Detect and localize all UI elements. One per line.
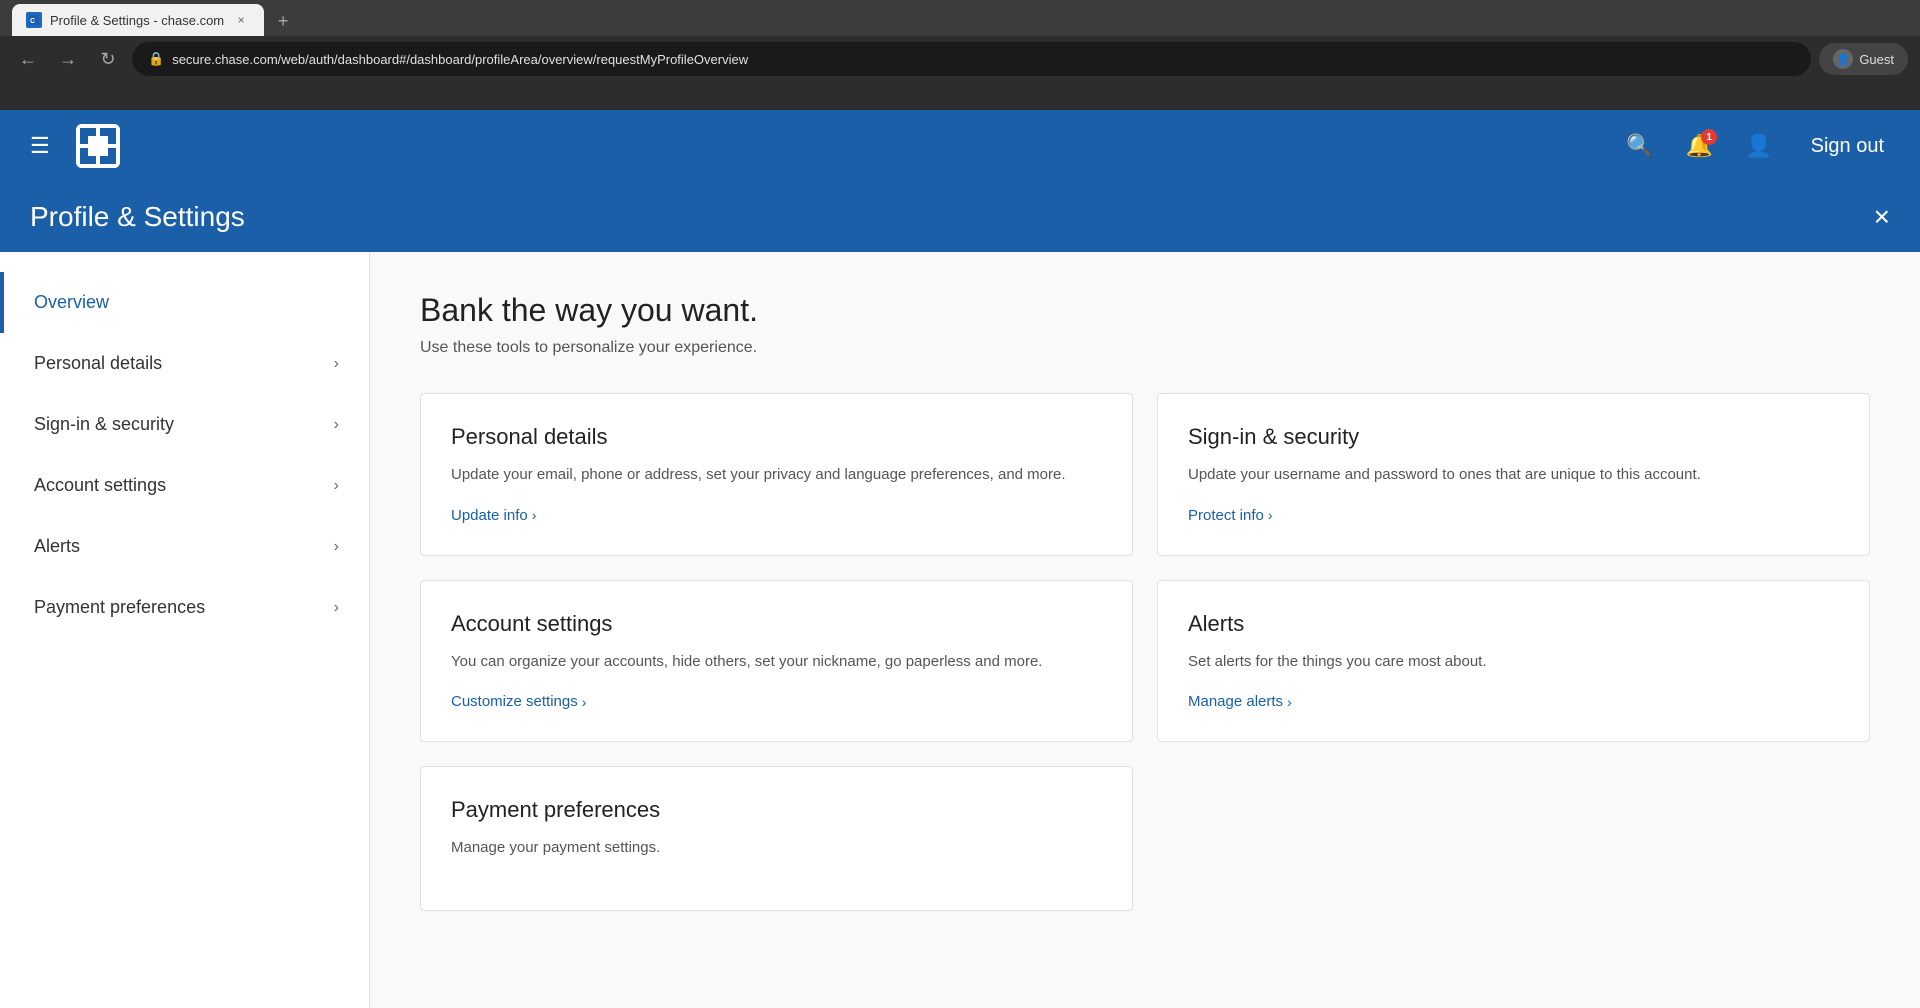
update-info-label: Update info bbox=[451, 507, 528, 524]
content-heading: Bank the way you want. bbox=[420, 292, 1870, 329]
personal-details-card: Personal details Update your email, phon… bbox=[420, 393, 1133, 556]
tab-close-button[interactable]: × bbox=[232, 11, 250, 29]
manage-alerts-label: Manage alerts bbox=[1188, 693, 1283, 710]
protect-info-link[interactable]: Protect info › bbox=[1188, 507, 1273, 524]
address-bar[interactable]: 🔒 secure.chase.com/web/auth/dashboard#/d… bbox=[132, 42, 1811, 76]
sidebar-item-label: Sign-in & security bbox=[34, 414, 174, 435]
chevron-right-icon: › bbox=[334, 416, 339, 434]
sidebar-item-sign-in-security[interactable]: Sign-in & security › bbox=[0, 394, 369, 455]
sidebar-item-overview[interactable]: Overview bbox=[0, 272, 369, 333]
card-title: Sign-in & security bbox=[1188, 424, 1839, 450]
payment-preferences-card: Payment preferences Manage your payment … bbox=[420, 766, 1133, 911]
svg-text:C: C bbox=[30, 18, 35, 25]
chase-logo bbox=[76, 124, 120, 168]
alerts-card: Alerts Set alerts for the things you car… bbox=[1157, 580, 1870, 743]
address-text: secure.chase.com/web/auth/dashboard#/das… bbox=[172, 52, 748, 67]
card-description: Manage your payment settings. bbox=[451, 837, 1102, 860]
chevron-right-icon: › bbox=[334, 355, 339, 373]
link-chevron-icon: › bbox=[582, 694, 587, 710]
sidebar-item-alerts[interactable]: Alerts › bbox=[0, 516, 369, 577]
notifications-button[interactable]: 🔔 1 bbox=[1680, 127, 1719, 165]
customize-settings-label: Customize settings bbox=[451, 693, 578, 710]
sidebar-item-personal-details[interactable]: Personal details › bbox=[0, 333, 369, 394]
profile-icon: 👤 bbox=[1833, 49, 1853, 69]
tab-title: Profile & Settings - chase.com bbox=[50, 13, 224, 28]
sign-out-button[interactable]: Sign out bbox=[1799, 129, 1896, 164]
manage-alerts-link[interactable]: Manage alerts › bbox=[1188, 693, 1292, 710]
account-settings-card: Account settings You can organize your a… bbox=[420, 580, 1133, 743]
user-icon: 👤 bbox=[1745, 133, 1772, 158]
page-title: Profile & Settings bbox=[30, 201, 245, 233]
card-title: Personal details bbox=[451, 424, 1102, 450]
card-description: Update your email, phone or address, set… bbox=[451, 464, 1102, 487]
main-layout: Overview Personal details › Sign-in & se… bbox=[0, 252, 1920, 1008]
sidebar-item-label: Alerts bbox=[34, 536, 80, 557]
notification-badge: 1 bbox=[1701, 129, 1717, 145]
card-description: Set alerts for the things you care most … bbox=[1188, 651, 1839, 674]
tab-bar: C Profile & Settings - chase.com × + bbox=[0, 0, 1920, 36]
hamburger-button[interactable]: ☰ bbox=[24, 127, 56, 165]
chevron-right-icon: › bbox=[334, 538, 339, 556]
link-chevron-icon: › bbox=[532, 507, 537, 523]
search-icon: 🔍 bbox=[1626, 133, 1653, 158]
protect-info-label: Protect info bbox=[1188, 507, 1264, 524]
profile-banner: Profile & Settings × bbox=[0, 182, 1920, 252]
sidebar-item-label: Account settings bbox=[34, 475, 166, 496]
browser-chrome: C Profile & Settings - chase.com × + ← →… bbox=[0, 0, 1920, 110]
search-button[interactable]: 🔍 bbox=[1620, 127, 1659, 165]
sidebar-item-label: Payment preferences bbox=[34, 597, 205, 618]
sidebar-item-account-settings[interactable]: Account settings › bbox=[0, 455, 369, 516]
user-button[interactable]: 👤 bbox=[1739, 127, 1778, 165]
update-info-link[interactable]: Update info › bbox=[451, 507, 536, 524]
link-chevron-icon: › bbox=[1268, 507, 1273, 523]
lock-icon: 🔒 bbox=[148, 51, 164, 67]
cards-grid: Personal details Update your email, phon… bbox=[420, 393, 1870, 742]
link-chevron-icon: › bbox=[1287, 694, 1292, 710]
card-title: Alerts bbox=[1188, 611, 1839, 637]
sidebar-item-label: Overview bbox=[34, 292, 109, 313]
active-tab: C Profile & Settings - chase.com × bbox=[12, 4, 264, 36]
card-title: Payment preferences bbox=[451, 797, 1102, 823]
card-description: You can organize your accounts, hide oth… bbox=[451, 651, 1102, 674]
sign-in-security-card: Sign-in & security Update your username … bbox=[1157, 393, 1870, 556]
card-description: Update your username and password to one… bbox=[1188, 464, 1839, 487]
sidebar-item-label: Personal details bbox=[34, 353, 162, 374]
refresh-button[interactable]: ↻ bbox=[92, 43, 124, 75]
main-content: Bank the way you want. Use these tools t… bbox=[370, 252, 1920, 1008]
chase-header: ☰ 🔍 🔔 1 👤 Sign out bbox=[0, 110, 1920, 182]
chevron-right-icon: › bbox=[334, 477, 339, 495]
back-button[interactable]: ← bbox=[12, 43, 44, 75]
banner-close-button[interactable]: × bbox=[1874, 201, 1890, 233]
header-actions: 🔍 🔔 1 👤 Sign out bbox=[1620, 127, 1896, 165]
customize-settings-link[interactable]: Customize settings › bbox=[451, 693, 586, 710]
card-title: Account settings bbox=[451, 611, 1102, 637]
tab-favicon: C bbox=[26, 12, 42, 28]
profile-label: Guest bbox=[1859, 52, 1894, 67]
new-tab-button[interactable]: + bbox=[268, 6, 298, 36]
chevron-right-icon: › bbox=[334, 599, 339, 617]
address-bar-row: ← → ↻ 🔒 secure.chase.com/web/auth/dashbo… bbox=[0, 36, 1920, 82]
sidebar-item-payment-preferences[interactable]: Payment preferences › bbox=[0, 577, 369, 638]
content-subheading: Use these tools to personalize your expe… bbox=[420, 339, 1870, 357]
sidebar: Overview Personal details › Sign-in & se… bbox=[0, 252, 370, 1008]
forward-button[interactable]: → bbox=[52, 43, 84, 75]
profile-button[interactable]: 👤 Guest bbox=[1819, 43, 1908, 75]
